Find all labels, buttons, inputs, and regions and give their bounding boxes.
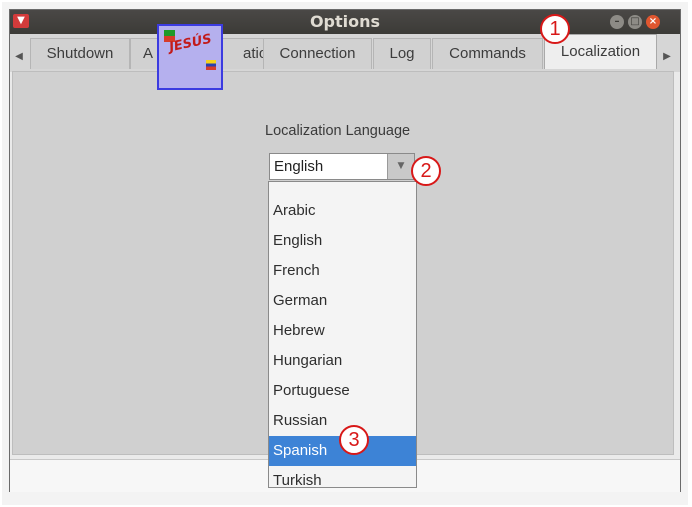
language-option-hungarian[interactable]: Hungarian — [269, 346, 416, 376]
tab-shutdown[interactable]: Shutdown — [30, 38, 130, 69]
tab-strip: ◀ Shutdown A ation Connection Log Comman… — [10, 34, 680, 72]
maximize-icon[interactable]: □ — [628, 15, 642, 29]
tab-commands[interactable]: Commands — [432, 38, 543, 69]
window-title: Options — [309, 12, 381, 31]
jesus-logo: JESÚS — [157, 24, 223, 90]
language-option-german[interactable]: German — [269, 286, 416, 316]
tab-log[interactable]: Log — [373, 38, 431, 69]
language-combobox[interactable]: English ▼ — [269, 153, 415, 180]
tab-fragment-left: A — [143, 45, 154, 62]
annotation-badge-3: 3 — [339, 425, 369, 455]
language-combobox-value: English — [274, 158, 324, 175]
annotation-badge-2: 2 — [411, 156, 441, 186]
options-window: ▼ Options – □ × ◀ Shutdown A ation Conne… — [9, 9, 681, 492]
annotation-badge-1: 1 — [540, 14, 570, 44]
language-option-hebrew[interactable]: Hebrew — [269, 316, 416, 346]
language-option-arabic[interactable]: Arabic — [269, 196, 416, 226]
close-icon[interactable]: × — [646, 15, 660, 29]
scroll-right-icon[interactable]: ▶ — [660, 44, 674, 70]
tab-connection[interactable]: Connection — [263, 38, 372, 69]
minimize-icon[interactable]: – — [610, 15, 624, 29]
localization-language-label: Localization Language — [265, 123, 411, 139]
language-option-turkish[interactable]: Turkish — [269, 466, 416, 496]
language-option-english[interactable]: English — [269, 226, 416, 256]
flag-icon — [206, 60, 216, 70]
chevron-down-icon[interactable]: ▼ — [387, 154, 414, 179]
title-bar[interactable]: ▼ Options – □ × — [10, 10, 680, 34]
scroll-left-icon[interactable]: ◀ — [12, 44, 26, 70]
language-option-french[interactable]: French — [269, 256, 416, 286]
language-option-portuguese[interactable]: Portuguese — [269, 376, 416, 406]
